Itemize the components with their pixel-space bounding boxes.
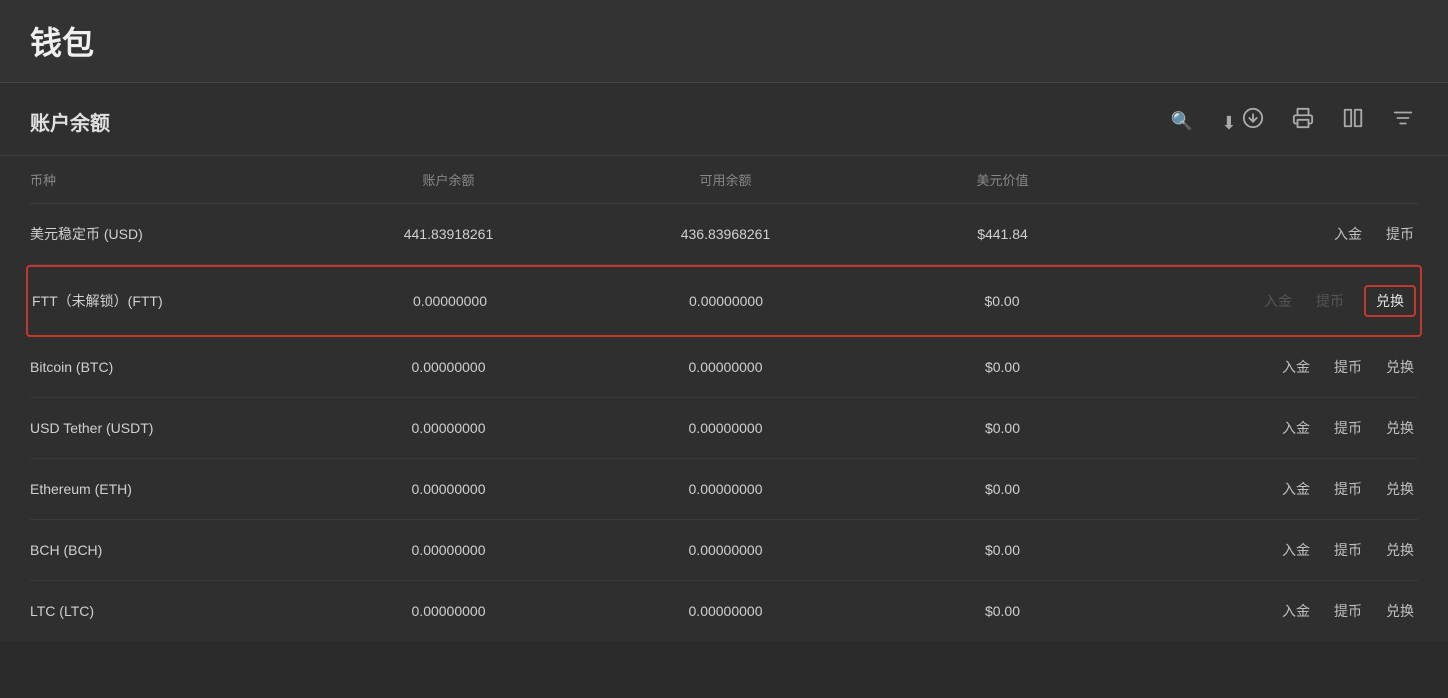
withdraw-button[interactable]: 提币: [1330, 599, 1366, 623]
available-balance: 0.00000000: [587, 481, 864, 497]
available-balance: 436.83968261: [587, 226, 864, 242]
action-buttons: 入金提币兑换: [1140, 285, 1416, 317]
withdraw-button[interactable]: 提币: [1330, 416, 1366, 440]
currency-name: Bitcoin (BTC): [30, 359, 310, 375]
withdraw-button[interactable]: 提币: [1330, 477, 1366, 501]
table-row: LTC (LTC)0.000000000.00000000$0.00入金提币兑换: [30, 581, 1418, 641]
action-buttons: 入金提币兑换: [1141, 477, 1418, 501]
account-balance: 0.00000000: [310, 603, 587, 619]
withdraw-button[interactable]: 提币: [1330, 355, 1366, 379]
exchange-button[interactable]: 兑换: [1382, 416, 1418, 440]
account-balance: 0.00000000: [310, 359, 587, 375]
header-usd-value: 美元价值: [864, 170, 1141, 189]
account-balance: 0.00000000: [310, 542, 587, 558]
usd-value: $0.00: [864, 481, 1141, 497]
exchange-button[interactable]: 兑换: [1382, 538, 1418, 562]
table-body: 美元稳定币 (USD)441.83918261436.83968261$441.…: [30, 204, 1418, 641]
filter-icon[interactable]: [1388, 103, 1418, 139]
deposit-button[interactable]: 入金: [1278, 416, 1314, 440]
search-icon[interactable]: [1167, 106, 1197, 137]
currency-name: FTT（未解锁）(FTT): [32, 291, 312, 311]
available-balance: 0.00000000: [587, 603, 864, 619]
deposit-button[interactable]: 入金: [1330, 222, 1366, 246]
header-currency: 币种: [30, 170, 310, 189]
currency-name: 美元稳定币 (USD): [30, 224, 310, 244]
table-row: 美元稳定币 (USD)441.83918261436.83968261$441.…: [30, 204, 1418, 265]
print-icon[interactable]: [1288, 103, 1318, 139]
table-header: 币种 账户余额 可用余额 美元价值: [30, 156, 1418, 204]
available-balance: 0.00000000: [587, 420, 864, 436]
available-balance: 0.00000000: [587, 359, 864, 375]
usd-value: $441.84: [864, 226, 1141, 242]
deposit-button[interactable]: 入金: [1278, 477, 1314, 501]
balance-table: 币种 账户余额 可用余额 美元价值 美元稳定币 (USD)441.8391826…: [0, 156, 1448, 641]
action-buttons: 入金提币兑换: [1141, 355, 1418, 379]
section-header: 账户余额: [0, 83, 1448, 156]
deposit-button[interactable]: 入金: [1278, 355, 1314, 379]
withdraw-button[interactable]: 提币: [1382, 222, 1418, 246]
exchange-button[interactable]: 兑换: [1382, 599, 1418, 623]
currency-name: USD Tether (USDT): [30, 420, 310, 436]
withdraw-button[interactable]: 提币: [1330, 538, 1366, 562]
table-row: USD Tether (USDT)0.000000000.00000000$0.…: [30, 398, 1418, 459]
header-balance: 账户余额: [310, 170, 587, 189]
currency-name: BCH (BCH): [30, 542, 310, 558]
currency-name: Ethereum (ETH): [30, 481, 310, 497]
toolbar-icons: [1167, 103, 1418, 139]
action-buttons: 入金提币兑换: [1141, 599, 1418, 623]
header-actions: [1141, 170, 1418, 189]
main-content: 账户余额: [0, 83, 1448, 641]
usd-value: $0.00: [864, 542, 1141, 558]
action-buttons: 入金提币: [1141, 222, 1418, 246]
deposit-button[interactable]: 入金: [1278, 599, 1314, 623]
download-icon[interactable]: [1217, 103, 1268, 139]
deposit-button: 入金: [1260, 289, 1296, 313]
table-row: Ethereum (ETH)0.000000000.00000000$0.00入…: [30, 459, 1418, 520]
table-row: BCH (BCH)0.000000000.00000000$0.00入金提币兑换: [30, 520, 1418, 581]
action-buttons: 入金提币兑换: [1141, 538, 1418, 562]
page-title: 钱包: [30, 25, 94, 61]
table-row: Bitcoin (BTC)0.000000000.00000000$0.00入金…: [30, 337, 1418, 398]
deposit-button[interactable]: 入金: [1278, 538, 1314, 562]
header-available: 可用余额: [587, 170, 864, 189]
page-header: 钱包: [0, 0, 1448, 83]
withdraw-button: 提币: [1312, 289, 1348, 313]
available-balance: 0.00000000: [588, 293, 864, 309]
account-balance: 0.00000000: [310, 481, 587, 497]
account-balance: 0.00000000: [312, 293, 588, 309]
exchange-button[interactable]: 兑换: [1364, 285, 1416, 317]
account-balance: 0.00000000: [310, 420, 587, 436]
exchange-button[interactable]: 兑换: [1382, 355, 1418, 379]
usd-value: $0.00: [864, 293, 1140, 309]
account-balance: 441.83918261: [310, 226, 587, 242]
exchange-button[interactable]: 兑换: [1382, 477, 1418, 501]
action-buttons: 入金提币兑换: [1141, 416, 1418, 440]
section-title: 账户余额: [30, 107, 110, 136]
usd-value: $0.00: [864, 359, 1141, 375]
columns-icon[interactable]: [1338, 103, 1368, 139]
currency-name: LTC (LTC): [30, 603, 310, 619]
available-balance: 0.00000000: [587, 542, 864, 558]
table-row: FTT（未解锁）(FTT)0.000000000.00000000$0.00入金…: [26, 265, 1422, 337]
usd-value: $0.00: [864, 603, 1141, 619]
usd-value: $0.00: [864, 420, 1141, 436]
